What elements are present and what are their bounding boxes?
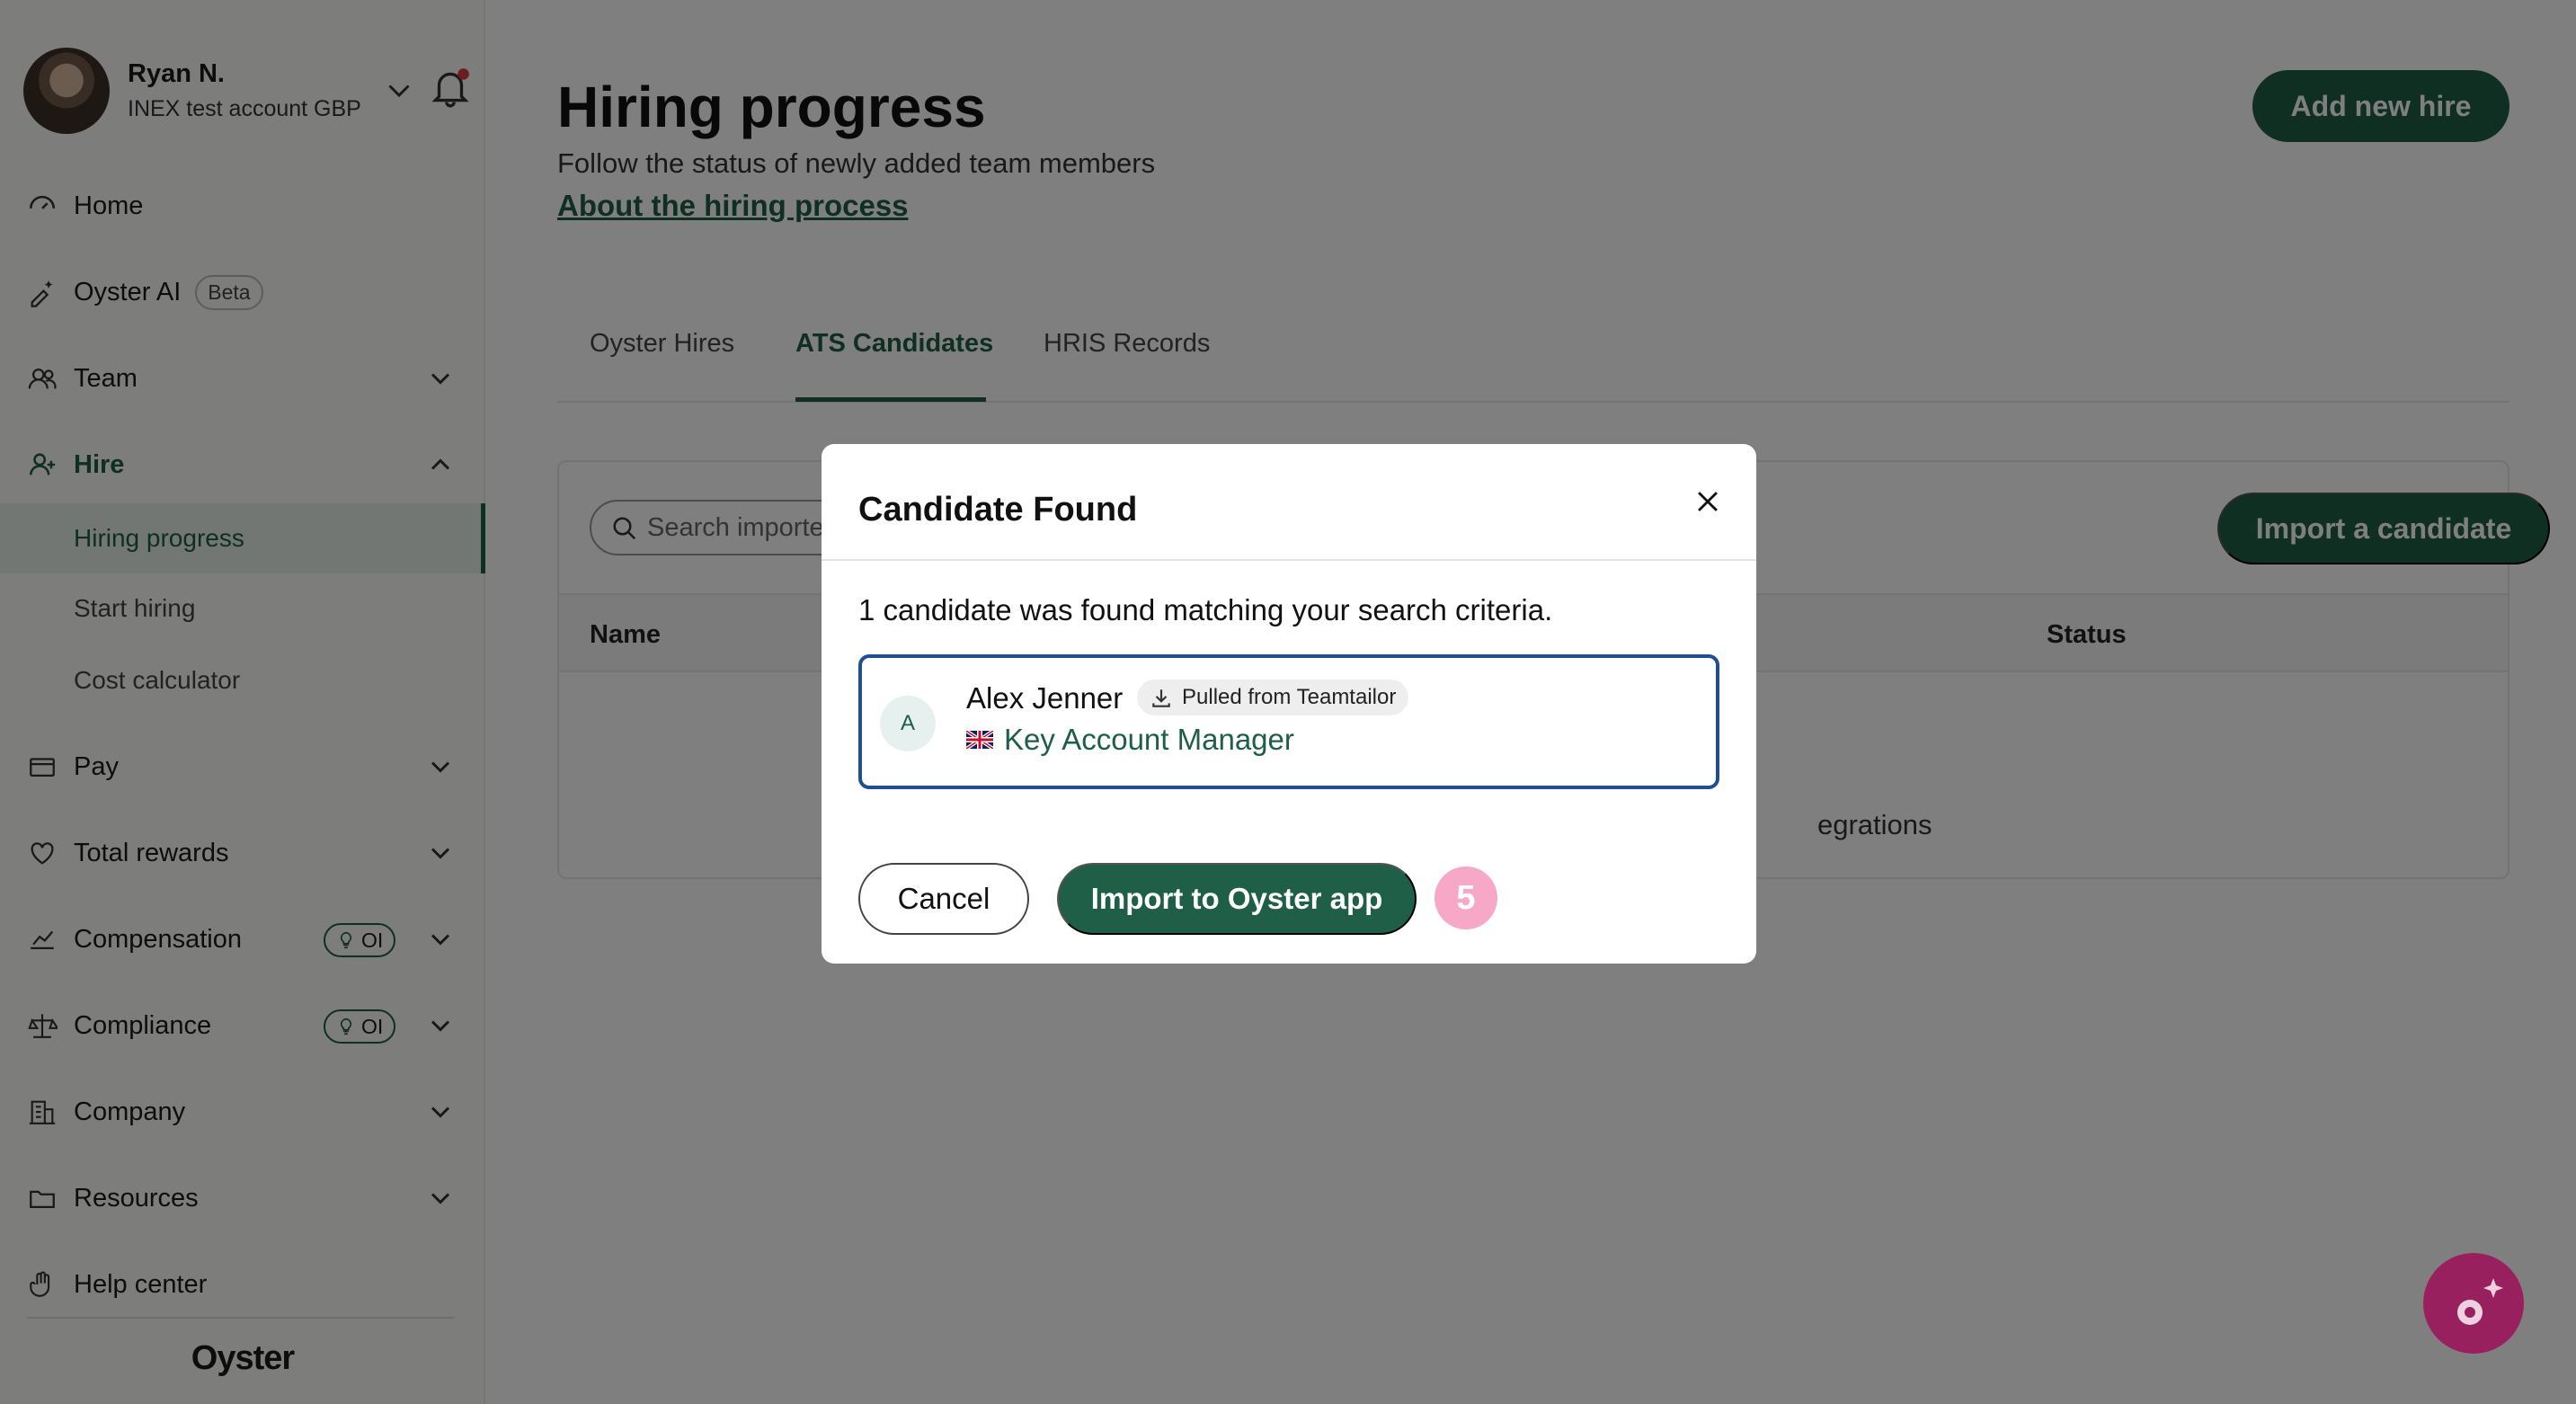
candidate-card[interactable]: A Alex Jenner Pulled from Teamtailor Key…: [858, 654, 1719, 789]
cancel-button[interactable]: Cancel: [858, 863, 1029, 935]
candidate-avatar: A: [880, 696, 936, 751]
import-to-oyster-button[interactable]: Import to Oyster app: [1057, 863, 1417, 935]
source-badge: Pulled from Teamtailor: [1137, 680, 1409, 715]
dialog-title: Candidate Found: [858, 491, 1138, 529]
dialog-divider: [822, 559, 1756, 561]
download-icon: [1152, 689, 1170, 707]
source-badge-label: Pulled from Teamtailor: [1182, 685, 1397, 709]
sparkle-icon: [2457, 1278, 2503, 1325]
candidate-name: Alex Jenner: [966, 681, 1124, 715]
chat-assistant-button[interactable]: [2423, 1253, 2524, 1354]
candidate-found-dialog: Candidate Found 1 candidate was found ma…: [822, 444, 1756, 964]
dialog-message: 1 candidate was found matching your sear…: [858, 593, 1553, 626]
close-icon[interactable]: [1684, 478, 1731, 525]
step-number-badge: 5: [1435, 866, 1497, 929]
candidate-role: Key Account Manager: [966, 723, 1294, 757]
uk-flag-icon: [966, 731, 993, 749]
candidate-role-label: Key Account Manager: [1004, 723, 1294, 756]
